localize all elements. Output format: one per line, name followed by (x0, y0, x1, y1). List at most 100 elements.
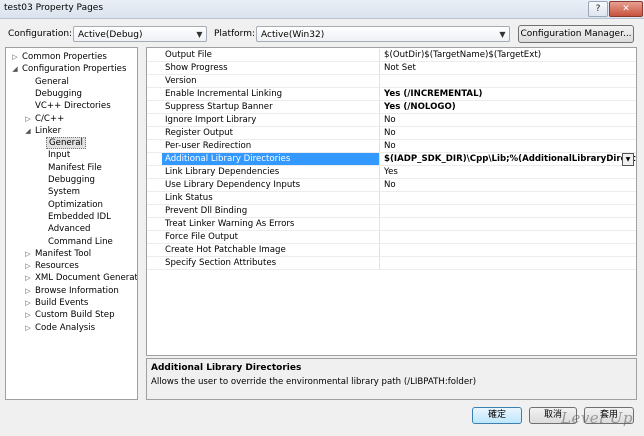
tree-item[interactable]: Input (36, 149, 72, 161)
tree-item-label: Browse Information (35, 285, 119, 296)
property-row[interactable]: Link Status (147, 192, 636, 205)
tree-item[interactable]: Advanced (36, 223, 92, 235)
tree-item[interactable]: ▷ Resources (23, 260, 81, 272)
tree-item[interactable]: General (23, 76, 71, 88)
property-value[interactable]: Yes (/NOLOGO) (381, 101, 636, 113)
property-value[interactable] (381, 205, 636, 217)
close-button[interactable]: ✕ (609, 1, 643, 17)
chevron-down-icon: ▼ (196, 30, 203, 39)
property-row[interactable]: Per-user Redirection No (147, 140, 636, 153)
configuration-manager-button[interactable]: Configuration Manager... (518, 25, 634, 43)
property-row[interactable]: Output File $(OutDir)$(TargetName)$(Targe… (147, 49, 636, 62)
chevron-down-icon[interactable]: ▼ (622, 153, 634, 166)
expander-icon[interactable]: ▷ (23, 322, 33, 334)
property-value[interactable] (381, 257, 636, 269)
tree-item[interactable]: Debugging (36, 174, 97, 186)
tree-item-label: Manifest Tool (35, 248, 92, 259)
expander-icon[interactable]: ▷ (23, 297, 33, 309)
tree-item[interactable]: ▷ Code Analysis (23, 322, 97, 334)
expander-icon[interactable]: ▷ (23, 272, 33, 284)
expander-icon[interactable]: ▷ (23, 113, 33, 125)
tree-item-label: Resources (35, 261, 79, 272)
tree-item[interactable]: VC++ Directories (23, 100, 113, 112)
property-row[interactable]: Enable Incremental Linking Yes (/INCREMEN… (147, 88, 636, 101)
property-row[interactable]: Create Hot Patchable Image (147, 244, 636, 257)
property-row[interactable]: Prevent Dll Binding (147, 205, 636, 218)
expander-icon[interactable]: ▷ (23, 285, 33, 297)
tree-item[interactable]: ▷ XML Document Generator (23, 272, 137, 284)
tree-item[interactable]: System (36, 186, 82, 198)
property-name: Additional Library Directories (162, 153, 380, 165)
property-row[interactable]: Specify Section Attributes (147, 257, 636, 270)
property-grid[interactable]: Output File $(OutDir)$(TargetName)$(Targe… (146, 47, 637, 356)
property-name: Treat Linker Warning As Errors (162, 218, 380, 230)
expander-icon[interactable]: ▷ (23, 309, 33, 321)
property-value[interactable]: No (381, 179, 636, 191)
platform-select[interactable]: Active(Win32) ▼ (256, 26, 510, 42)
tree-item[interactable]: Debugging (23, 88, 84, 100)
property-row[interactable]: Version (147, 75, 636, 88)
help-button[interactable]: ? (588, 1, 608, 17)
property-row[interactable]: Force File Output (147, 231, 636, 244)
description-title: Additional Library Directories (151, 363, 302, 373)
expander-icon[interactable]: ◢ (10, 63, 20, 75)
property-name: Use Library Dependency Inputs (162, 179, 380, 191)
tree-item[interactable]: Manifest File (36, 162, 104, 174)
property-row[interactable]: Show Progress Not Set (147, 62, 636, 75)
tree-item-label: Linker (35, 125, 62, 136)
property-value[interactable]: No (381, 114, 636, 126)
property-value[interactable]: $(OutDir)$(TargetName)$(TargetExt) (381, 49, 636, 61)
tree-item-label: VC++ Directories (35, 101, 111, 112)
tree-item[interactable]: Embedded IDL (36, 211, 113, 223)
property-value[interactable]: Yes (381, 166, 636, 178)
tree-item[interactable]: General (36, 137, 86, 150)
tree-item[interactable]: Command Line (36, 236, 115, 248)
expander-icon[interactable]: ▷ (23, 248, 33, 260)
property-value[interactable]: Not Set (381, 62, 636, 74)
property-row[interactable]: Link Library Dependencies Yes (147, 166, 636, 179)
property-value[interactable]: No (381, 127, 636, 139)
expander-icon[interactable]: ▷ (23, 260, 33, 272)
tree-item[interactable]: Optimization (36, 199, 105, 211)
property-row[interactable]: Register Output No (147, 127, 636, 140)
tree-item[interactable]: ▷ Build Events (23, 297, 90, 309)
property-value[interactable]: $(IADP_SDK_DIR)\Cpp\Lib;%(AdditionalLibr… (381, 153, 636, 165)
property-row[interactable]: Additional Library Directories $(IADP_SDK… (147, 153, 636, 166)
property-value[interactable] (381, 244, 636, 256)
tree-item-label: Advanced (48, 224, 91, 235)
tree-item[interactable]: ▷ C/C++ (23, 113, 66, 125)
tree-item[interactable]: ▷ Manifest Tool (23, 248, 93, 260)
property-name: Show Progress (162, 62, 380, 74)
tree-item-label: Input (48, 150, 71, 161)
property-row[interactable]: Ignore Import Library No (147, 114, 636, 127)
category-tree[interactable]: ▷ Common Properties ◢ Configuration Propert… (5, 47, 138, 400)
property-value[interactable] (381, 75, 636, 87)
property-value[interactable] (381, 231, 636, 243)
property-name: Specify Section Attributes (162, 257, 380, 269)
tree-item[interactable]: ◢ Configuration Properties (10, 63, 128, 75)
tree-item-label: Build Events (35, 298, 89, 308)
tree-item-label: Code Analysis (35, 322, 96, 333)
expander-icon[interactable]: ▷ (10, 51, 20, 63)
property-name: Link Status (162, 192, 380, 204)
tree-item[interactable]: ◢ Linker (23, 125, 63, 137)
property-name: Ignore Import Library (162, 114, 380, 126)
chevron-down-icon: ▼ (499, 30, 506, 39)
property-row[interactable]: Suppress Startup Banner Yes (/NOLOGO) (147, 101, 636, 114)
tree-item[interactable]: ▷ Common Properties (10, 51, 109, 63)
watermark: Level Up (561, 409, 633, 427)
property-value[interactable]: Yes (/INCREMENTAL) (381, 88, 636, 100)
tree-item[interactable]: ▷ Custom Build Step (23, 309, 117, 321)
tree-item-label: System (48, 187, 81, 198)
property-row[interactable]: Use Library Dependency Inputs No (147, 179, 636, 192)
description-panel: Additional Library Directories Allows th… (146, 358, 637, 400)
property-row[interactable]: Treat Linker Warning As Errors (147, 218, 636, 231)
configuration-select[interactable]: Active(Debug) ▼ (73, 26, 207, 42)
property-value[interactable] (381, 218, 636, 230)
property-value[interactable] (381, 192, 636, 204)
tree-item-label: General (46, 137, 86, 150)
expander-icon[interactable]: ◢ (23, 125, 33, 137)
ok-button[interactable]: 確定 (472, 407, 522, 424)
tree-item[interactable]: ▷ Browse Information (23, 285, 121, 297)
property-value[interactable]: No (381, 140, 636, 152)
